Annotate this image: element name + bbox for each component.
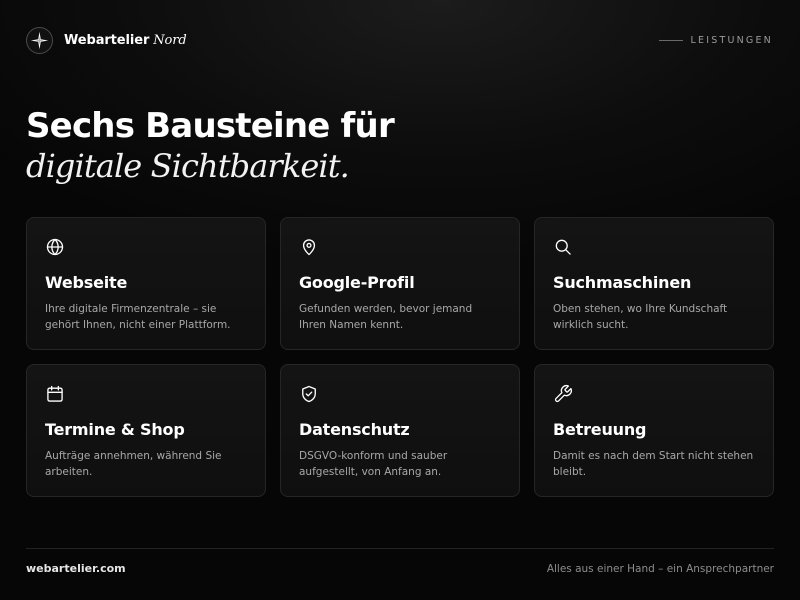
card-description: Gefunden werden, bevor jemand Ihren Name… — [299, 303, 473, 331]
footer-divider — [26, 548, 774, 549]
wrench-icon — [553, 384, 573, 404]
card-title: Google-Profil — [299, 273, 415, 292]
calendar-icon — [45, 384, 65, 404]
service-card-webseite[interactable]: Webseite Ihre digitale Firmenzentrale – … — [26, 217, 266, 350]
service-card-suchmaschinen[interactable]: Suchmaschinen Oben stehen, wo Ihre Kunds… — [534, 217, 774, 350]
section-label-text: LEISTUNGEN — [690, 34, 773, 46]
page: Webartelier Nord LEISTUNGEN Sechs Baustei… — [0, 0, 800, 600]
card-description: Aufträge annehmen, während Sie arbeiten. — [45, 450, 222, 478]
card-description: DSGVO-konform und sauber aufgestellt, vo… — [299, 450, 448, 478]
card-description: Damit es nach dem Start nicht stehen ble… — [553, 450, 754, 478]
service-card-betreuung[interactable]: Betreuung Damit es nach dem Start nicht … — [534, 364, 774, 497]
search-icon — [553, 237, 573, 257]
section-label: LEISTUNGEN — [658, 34, 773, 46]
footer-tagline: Alles aus einer Hand – ein Ansprechpartn… — [546, 562, 774, 575]
compass-star-icon — [26, 26, 53, 54]
service-card-datenschutz[interactable]: Datenschutz DSGVO-konform und sauber auf… — [280, 364, 520, 497]
card-title: Datenschutz — [299, 420, 410, 439]
section-label-line — [658, 39, 683, 41]
card-description: Oben stehen, wo Ihre Kundschaft wirklich… — [553, 303, 728, 331]
hero-heading: Sechs Bausteine für digitale Sichtbarkei… — [26, 106, 395, 186]
card-title: Suchmaschinen — [553, 273, 692, 292]
map-pin-icon — [299, 237, 319, 257]
service-card-google-profil[interactable]: Google-Profil Gefunden werden, bevor jem… — [280, 217, 520, 350]
hero-title: Sechs Bausteine für — [26, 106, 395, 146]
service-grid: Webseite Ihre digitale Firmenzentrale – … — [26, 217, 774, 497]
footer-domain-link[interactable]: webartelier.com — [26, 562, 126, 575]
brand-name-main: Webartelier — [64, 32, 150, 48]
card-title: Betreuung — [553, 420, 647, 439]
card-title: Termine & Shop — [45, 420, 185, 439]
brand[interactable]: Webartelier Nord — [26, 26, 187, 54]
brand-name-accent: Nord — [153, 32, 187, 48]
brand-name: Webartelier Nord — [64, 33, 187, 48]
footer: webartelier.com Alles aus einer Hand – e… — [26, 562, 774, 575]
service-card-termine-shop[interactable]: Termine & Shop Aufträge annehmen, währen… — [26, 364, 266, 497]
globe-icon — [45, 237, 65, 257]
header: Webartelier Nord LEISTUNGEN — [26, 26, 773, 54]
hero-subtitle: digitale Sichtbarkeit. — [26, 147, 350, 185]
card-title: Webseite — [45, 273, 128, 292]
card-description: Ihre digitale Firmenzentrale – sie gehör… — [45, 303, 231, 331]
shield-check-icon — [299, 384, 319, 404]
